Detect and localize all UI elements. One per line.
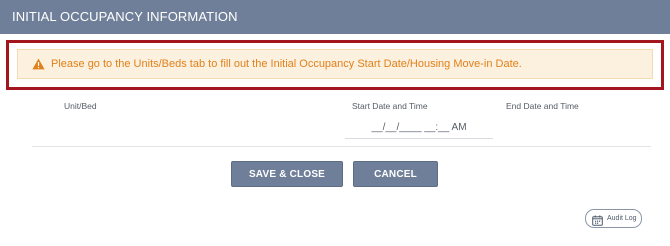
column-header-start-date-time: Start Date and Time <box>352 101 428 111</box>
panel-title: INITIAL OCCUPANCY INFORMATION <box>12 9 238 24</box>
start-date-time-input[interactable] <box>345 117 493 139</box>
save-and-close-button[interactable]: SAVE & CLOSE <box>231 161 343 187</box>
panel-header: INITIAL OCCUPANCY INFORMATION <box>0 0 670 34</box>
alert-highlight-frame: Please go to the Units/Beds tab to fill … <box>6 40 664 90</box>
column-header-unit-bed: Unit/Bed <box>64 101 97 111</box>
audit-log-button[interactable]: Audit Log <box>585 209 642 228</box>
column-header-end-date-time: End Date and Time <box>506 101 579 111</box>
warning-alert: Please go to the Units/Beds tab to fill … <box>17 49 653 79</box>
audit-log-label: Audit Log <box>607 215 637 222</box>
section-divider <box>32 146 651 147</box>
alert-message: Please go to the Units/Beds tab to fill … <box>51 58 522 70</box>
warning-icon <box>32 58 45 70</box>
cancel-button[interactable]: CANCEL <box>353 161 438 187</box>
initial-occupancy-panel: INITIAL OCCUPANCY INFORMATION Please go … <box>0 0 670 246</box>
calendar-icon <box>592 213 603 226</box>
